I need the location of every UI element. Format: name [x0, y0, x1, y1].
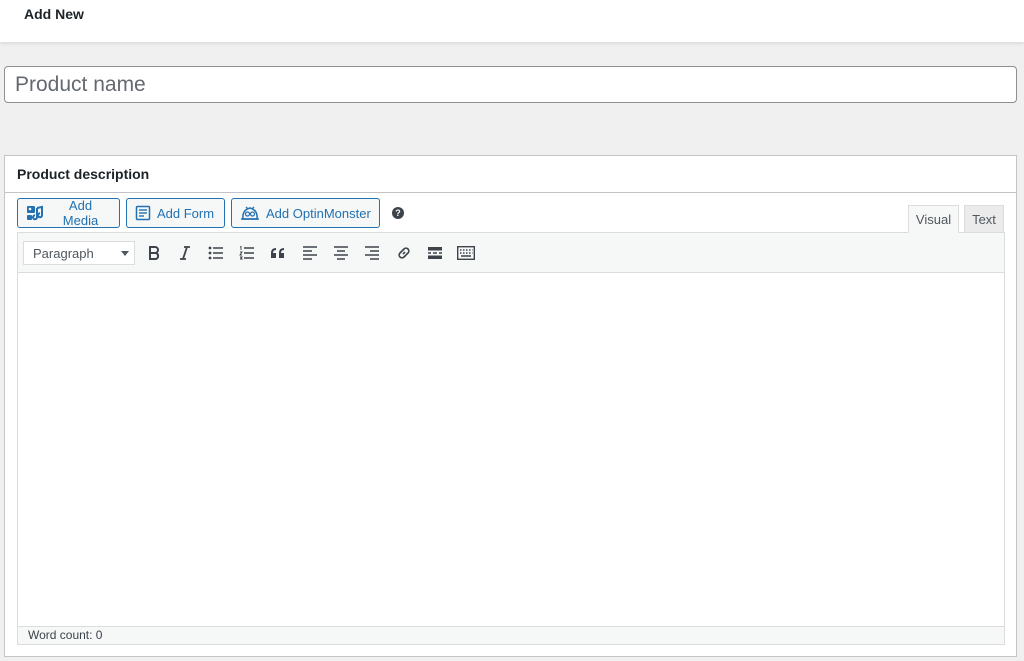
- product-name-input[interactable]: [4, 66, 1017, 103]
- align-right-icon: [365, 246, 379, 260]
- insert-link-button[interactable]: [393, 242, 415, 264]
- italic-button[interactable]: [174, 242, 196, 264]
- numbered-list-icon: [239, 246, 255, 260]
- align-right-button[interactable]: [361, 242, 383, 264]
- optinmonster-icon: [240, 205, 260, 221]
- add-form-label: Add Form: [157, 205, 215, 221]
- bulleted-list-button[interactable]: [205, 242, 227, 264]
- postbox-header: Product description: [5, 156, 1016, 193]
- bulleted-list-icon: [208, 246, 224, 260]
- read-more-button[interactable]: [424, 242, 446, 264]
- media-icon: [26, 205, 44, 221]
- keyboard-icon: [457, 246, 475, 260]
- add-media-button[interactable]: Add Media: [17, 198, 120, 228]
- page-title: Add New: [24, 6, 84, 22]
- italic-icon: [178, 246, 192, 260]
- status-bar: Word count: 0: [18, 626, 1004, 644]
- add-form-button[interactable]: Add Form: [126, 198, 225, 228]
- add-optinmonster-label: Add OptinMonster: [266, 205, 371, 221]
- align-left-button[interactable]: [299, 242, 321, 264]
- postbox-title: Product description: [17, 166, 150, 182]
- format-select-value: Paragraph: [33, 245, 94, 261]
- bold-button[interactable]: [143, 242, 165, 264]
- link-icon: [396, 245, 412, 261]
- numbered-list-button[interactable]: [236, 242, 258, 264]
- tab-text[interactable]: Text: [964, 205, 1004, 233]
- product-description-box: Product description Add Media Add Form A…: [4, 155, 1017, 657]
- editor-container: Paragraph Word count: 0: [17, 232, 1005, 645]
- format-select[interactable]: Paragraph: [23, 241, 135, 265]
- chevron-down-icon: [121, 251, 129, 256]
- toolbar-toggle-button[interactable]: [455, 242, 477, 264]
- editor-content-area[interactable]: [18, 273, 1004, 626]
- bold-icon: [147, 246, 161, 260]
- blockquote-icon: [270, 247, 286, 259]
- blockquote-button[interactable]: [267, 242, 289, 264]
- form-icon: [135, 205, 151, 221]
- read-more-icon: [427, 247, 443, 259]
- top-header-bar: Add New: [0, 0, 1024, 42]
- add-media-label: Add Media: [62, 198, 99, 228]
- add-optinmonster-button[interactable]: Add OptinMonster: [231, 198, 380, 228]
- editor-toolbar: Paragraph: [18, 233, 1004, 273]
- help-icon[interactable]: ?: [392, 207, 404, 219]
- align-center-button[interactable]: [330, 242, 352, 264]
- align-left-icon: [303, 246, 317, 260]
- tab-visual[interactable]: Visual: [908, 205, 959, 233]
- word-count: Word count: 0: [28, 628, 103, 642]
- align-center-icon: [334, 246, 348, 260]
